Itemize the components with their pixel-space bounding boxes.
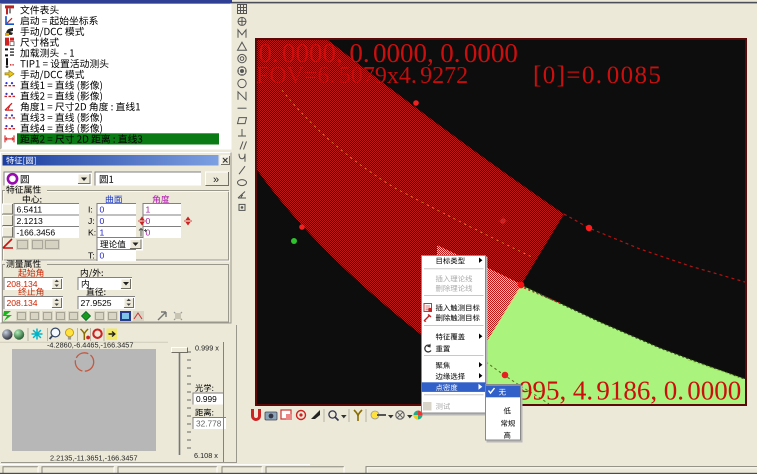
svg-text:[0]=0.0085: [0]=0.0085	[533, 62, 662, 89]
svg-text:1: 1	[146, 205, 151, 215]
svg-text:-4.2860,-6.4465,-166.3457: -4.2860,-6.4465,-166.3457	[47, 341, 133, 350]
svg-text:208.134: 208.134	[7, 279, 38, 289]
svg-text:2.1213: 2.1213	[17, 216, 44, 226]
svg-text:»: »	[213, 174, 219, 186]
svg-text:K:: K:	[88, 228, 96, 238]
svg-text:2.2135,-11.3651,-166.3457: 2.2135,-11.3651,-166.3457	[50, 454, 138, 463]
svg-text:1: 1	[100, 228, 105, 238]
svg-text:I:: I:	[88, 205, 93, 215]
svg-text:FOV=6.5079x4.9272: FOV=6.5079x4.9272	[256, 63, 468, 89]
svg-text:-166.3456: -166.3456	[17, 228, 56, 238]
svg-text:32.778: 32.778	[196, 419, 222, 429]
svg-text:995,4.9186,0.0000: 995,4.9186,0.0000	[519, 376, 741, 406]
svg-text:0.999: 0.999	[196, 394, 217, 404]
svg-text:6.5411: 6.5411	[17, 205, 43, 215]
svg-text:J:: J:	[88, 216, 95, 226]
svg-text:0: 0	[146, 216, 151, 226]
svg-text:0: 0	[100, 251, 105, 261]
svg-text:208.134: 208.134	[7, 298, 38, 308]
svg-text:T:: T:	[88, 251, 95, 261]
svg-text:6.108 x: 6.108 x	[194, 451, 218, 460]
svg-text:0: 0	[100, 205, 105, 215]
svg-text:0: 0	[146, 228, 151, 238]
svg-text:0: 0	[100, 216, 105, 226]
svg-text:0.999 x: 0.999 x	[195, 344, 219, 353]
svg-text:27.9525: 27.9525	[81, 298, 112, 308]
